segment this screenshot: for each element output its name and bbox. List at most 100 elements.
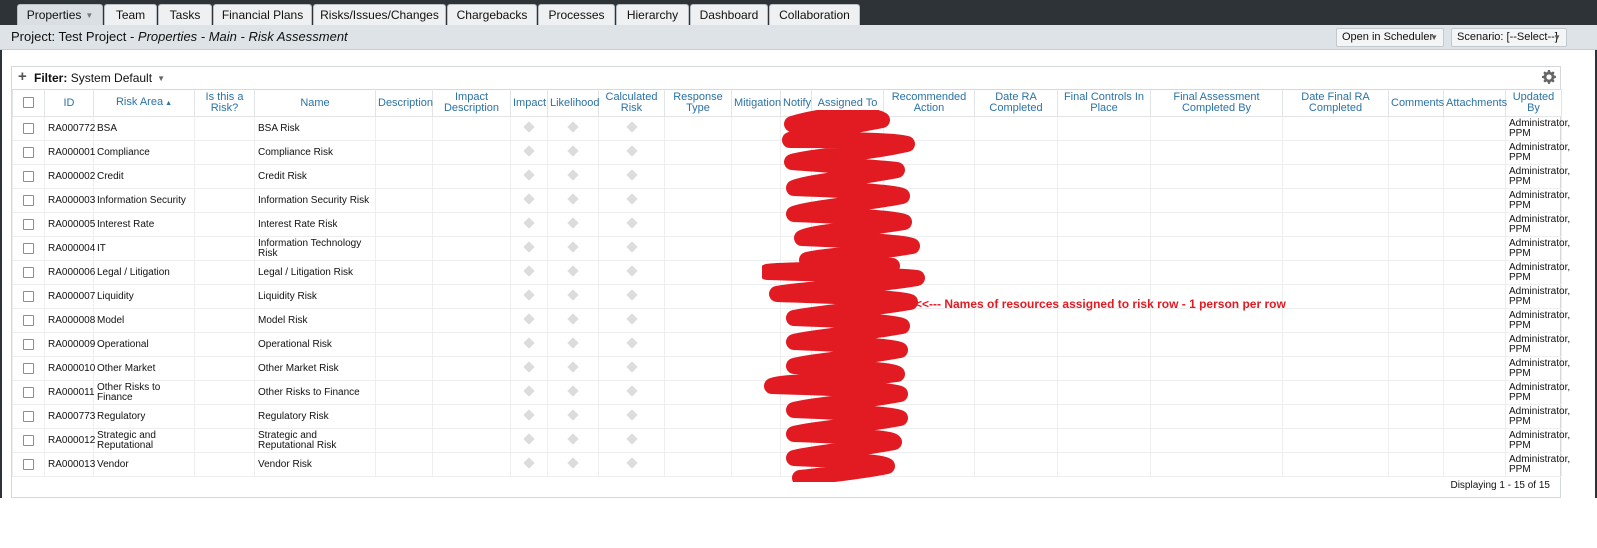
name-cell[interactable]: Model Risk [254, 308, 376, 333]
row-checkbox[interactable] [23, 218, 34, 230]
impact-cell [510, 356, 548, 381]
name-cell[interactable]: Information Technology Risk [254, 236, 376, 261]
tab-hierarchy[interactable]: Hierarchy [616, 4, 689, 25]
row-checkbox[interactable] [23, 122, 34, 134]
table-row[interactable]: RA000005 Interest Rate Interest Rate Risk A… [12, 212, 1570, 237]
mitigation-cell [731, 308, 781, 333]
column-header-recommended-action[interactable]: Recommended Action [883, 89, 975, 117]
row-checkbox[interactable] [23, 410, 34, 422]
name-cell[interactable]: Operational Risk [254, 332, 376, 357]
row-checkbox[interactable] [23, 362, 34, 374]
column-header-final-assessment-by[interactable]: Final Assessment Completed By [1150, 89, 1283, 117]
column-header-comments[interactable]: Comments [1388, 89, 1444, 117]
table-row[interactable]: RA000011 Other Risks to Finance Other Risk… [12, 380, 1570, 405]
column-header-risk-area[interactable]: Risk Area ▲ [93, 89, 195, 117]
name-cell[interactable]: Credit Risk [254, 164, 376, 189]
name-cell[interactable]: Other Market Risk [254, 356, 376, 381]
name-cell[interactable]: Legal / Litigation Risk [254, 260, 376, 285]
tab-label: Dashboard [699, 8, 759, 22]
row-checkbox[interactable] [23, 266, 34, 278]
scenario-select[interactable]: Scenario: [--Select--] ▼ [1451, 28, 1567, 47]
date-ra-completed-cell [974, 236, 1058, 261]
date-final-ra-cell [1282, 428, 1389, 453]
tab-risks-issues-changes[interactable]: Risks/Issues/Changes [313, 4, 446, 25]
filter-dropdown[interactable]: Filter: System Default ▼ [34, 71, 165, 85]
column-header-id[interactable]: ID [44, 89, 94, 117]
name-cell[interactable]: Regulatory Risk [254, 404, 376, 429]
plus-icon[interactable]: + [18, 69, 27, 85]
row-select-cell [12, 260, 45, 285]
tab-chargebacks[interactable]: Chargebacks [447, 4, 537, 25]
tab-financial-plans[interactable]: Financial Plans [213, 4, 312, 25]
comments-cell [1388, 452, 1444, 477]
likelihood-cell [547, 380, 599, 405]
row-checkbox[interactable] [23, 314, 34, 326]
name-cell[interactable]: Liquidity Risk [254, 284, 376, 309]
table-row[interactable]: RA000772 BSA BSA Risk Administrator, PPM [12, 116, 1570, 141]
name-cell[interactable]: Interest Rate Risk [254, 212, 376, 237]
column-header-response-type[interactable]: Response Type [664, 89, 732, 117]
column-header-date-ra-completed[interactable]: Date RA Completed [974, 89, 1058, 117]
column-header-notify[interactable]: Notify [780, 89, 812, 117]
is-risk-cell [194, 212, 255, 237]
column-header-impact[interactable]: Impact [510, 89, 548, 117]
column-header-impact-description[interactable]: Impact Description [432, 89, 511, 117]
table-row[interactable]: RA000013 Vendor Vendor Risk Administrator, … [12, 452, 1570, 477]
tab-dashboard[interactable]: Dashboard [690, 4, 768, 25]
open-in-scheduler-button[interactable]: Open in Scheduler ▼ [1336, 28, 1444, 47]
select-all-checkbox[interactable] [23, 97, 34, 109]
row-checkbox[interactable] [23, 386, 34, 398]
column-header-mitigation[interactable]: Mitigation [731, 89, 781, 117]
column-header-label: Updated By [1512, 91, 1555, 114]
recommended-action-cell [883, 428, 975, 453]
impact-description-cell [432, 428, 511, 453]
tab-properties[interactable]: Properties ▼ [17, 4, 103, 25]
name-cell[interactable]: BSA Risk [254, 116, 376, 141]
table-row[interactable]: RA000006 Legal / Litigation Legal / Litiga… [12, 260, 1570, 285]
impact-diamond-icon [523, 433, 535, 445]
column-header-attachments[interactable]: Attachments [1443, 89, 1507, 117]
notify-cell [780, 116, 812, 141]
row-select-cell [12, 308, 45, 333]
tab-processes[interactable]: Processes [538, 4, 615, 25]
name-cell[interactable]: Strategic and Reputational Risk [254, 428, 376, 453]
tab-collaboration[interactable]: Collaboration [769, 4, 860, 25]
row-checkbox[interactable] [23, 458, 34, 470]
select-all-column[interactable] [12, 89, 45, 117]
row-checkbox[interactable] [23, 146, 34, 158]
column-header-name[interactable]: Name [254, 89, 376, 117]
table-row[interactable]: RA000002 Credit Credit Risk Administrator, … [12, 164, 1570, 189]
row-checkbox[interactable] [23, 242, 34, 254]
name-cell[interactable]: Other Risks to Finance [254, 380, 376, 405]
tab-tasks[interactable]: Tasks [158, 4, 212, 25]
column-header-description[interactable]: Description [375, 89, 433, 117]
name-cell[interactable]: Vendor Risk [254, 452, 376, 477]
table-row[interactable]: RA000003 Information Security Information … [12, 188, 1570, 213]
table-row[interactable]: RA000009 Operational Operational Risk Admin… [12, 332, 1570, 357]
column-header-final-controls[interactable]: Final Controls In Place [1057, 89, 1151, 117]
row-select-cell [12, 452, 45, 477]
gear-icon[interactable] [1542, 70, 1556, 84]
table-row[interactable]: RA000007 Liquidity Liquidity Risk Administr… [12, 284, 1570, 309]
tab-team[interactable]: Team [104, 4, 157, 25]
column-header-updated-by[interactable]: Updated By [1505, 89, 1562, 117]
date-ra-completed-cell [974, 140, 1058, 165]
name-cell[interactable]: Compliance Risk [254, 140, 376, 165]
table-row[interactable]: RA000012 Strategic and Reputational Strate… [12, 428, 1570, 453]
row-checkbox[interactable] [23, 338, 34, 350]
table-row[interactable]: RA000001 Compliance Compliance Risk Adminis… [12, 140, 1570, 165]
row-checkbox[interactable] [23, 434, 34, 446]
column-header-is-risk[interactable]: Is this a Risk? [194, 89, 255, 117]
column-header-likelihood[interactable]: Likelihood [547, 89, 600, 117]
row-checkbox[interactable] [23, 194, 34, 206]
column-header-calculated-risk[interactable]: Calculated Risk [598, 89, 665, 117]
table-row[interactable]: RA000008 Model Model Risk Administrator, PP… [12, 308, 1570, 333]
table-row[interactable]: RA000773 Regulatory Regulatory Risk Adminis… [12, 404, 1570, 429]
column-header-assigned-to[interactable]: Assigned To [811, 89, 884, 117]
table-row[interactable]: RA000010 Other Market Other Market Risk Adm… [12, 356, 1570, 381]
table-row[interactable]: RA000004 IT Information Technology Risk Adm… [12, 236, 1570, 261]
column-header-date-final-ra[interactable]: Date Final RA Completed [1282, 89, 1389, 117]
row-checkbox[interactable] [23, 170, 34, 182]
name-cell[interactable]: Information Security Risk [254, 188, 376, 213]
row-checkbox[interactable] [23, 290, 34, 302]
